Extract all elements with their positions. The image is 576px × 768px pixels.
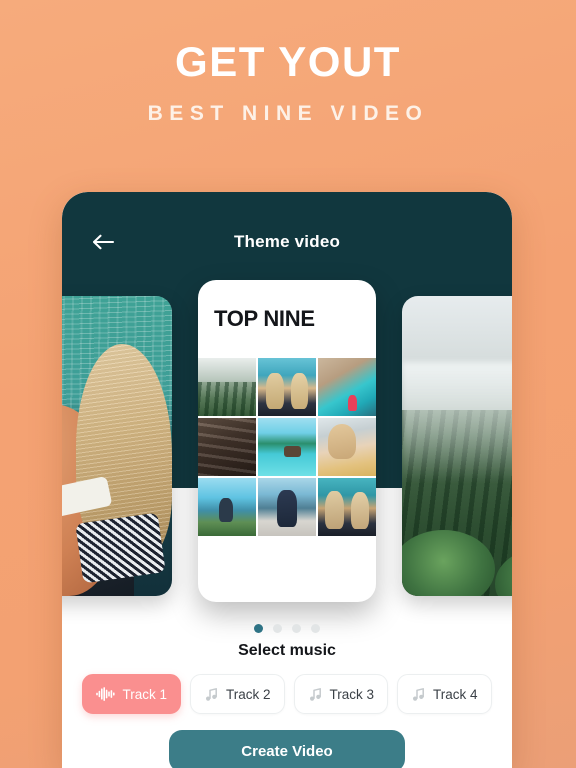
track-chip-2[interactable]: Track 2 <box>189 674 285 714</box>
pagination-dot-3[interactable] <box>292 624 301 633</box>
grid-cell <box>318 478 376 536</box>
track-chip-label: Track 1 <box>122 686 167 702</box>
carousel-pagination <box>62 624 512 633</box>
music-track-list: Track 1 Track 2 Track 3 Track 4 <box>62 674 512 714</box>
checkered-bottom <box>75 512 166 584</box>
promo-title: GET YOUT <box>175 38 401 85</box>
waveform-icon <box>96 687 116 701</box>
app-bar: Theme video <box>62 220 512 264</box>
ocean-beach-photo <box>62 296 172 596</box>
fog-layer <box>402 362 512 482</box>
music-note-icon <box>411 687 426 702</box>
theme-card-right[interactable] <box>402 296 512 596</box>
promo-screenshot: GET YOUT BEST NINE VIDEO Theme video TOP… <box>0 0 576 768</box>
misty-forest-photo <box>402 296 512 596</box>
track-chip-label: Track 3 <box>329 686 375 702</box>
grid-cell <box>198 358 256 416</box>
theme-card-title: TOP NINE <box>214 306 315 331</box>
grid-cell <box>258 358 316 416</box>
cta-container: Create Video <box>62 730 512 768</box>
promo-header: GET YOUT BEST NINE VIDEO <box>0 0 576 126</box>
grid-cell <box>318 418 376 476</box>
pagination-dot-4[interactable] <box>311 624 320 633</box>
phone-mockup: Theme video TOP NINE Select music Track … <box>62 192 512 768</box>
track-chip-4[interactable]: Track 4 <box>397 674 492 714</box>
theme-card-left[interactable] <box>62 296 172 596</box>
grid-cell <box>198 418 256 476</box>
theme-card-center[interactable]: TOP NINE <box>198 280 376 602</box>
app-bar-title: Theme video <box>233 232 341 251</box>
music-note-icon <box>204 687 219 702</box>
pagination-dot-1[interactable] <box>254 624 263 633</box>
track-chip-label: Track 2 <box>225 686 271 702</box>
track-chip-1[interactable]: Track 1 <box>82 674 181 714</box>
theme-carousel[interactable]: TOP NINE <box>62 280 512 610</box>
grid-cell <box>198 478 256 536</box>
arrow-left-icon <box>93 234 115 250</box>
grid-cell <box>258 478 316 536</box>
grid-cell <box>318 358 376 416</box>
promo-subtitle: BEST NINE VIDEO <box>147 102 429 126</box>
select-music-label: Select music <box>238 642 336 659</box>
nine-photo-grid <box>198 358 376 536</box>
pagination-dot-2[interactable] <box>273 624 282 633</box>
music-note-icon <box>308 687 323 702</box>
create-video-button[interactable]: Create Video <box>169 730 405 768</box>
back-button[interactable] <box>84 220 124 264</box>
track-chip-3[interactable]: Track 3 <box>293 674 389 714</box>
grid-cell <box>258 418 316 476</box>
track-chip-label: Track 4 <box>433 686 478 702</box>
